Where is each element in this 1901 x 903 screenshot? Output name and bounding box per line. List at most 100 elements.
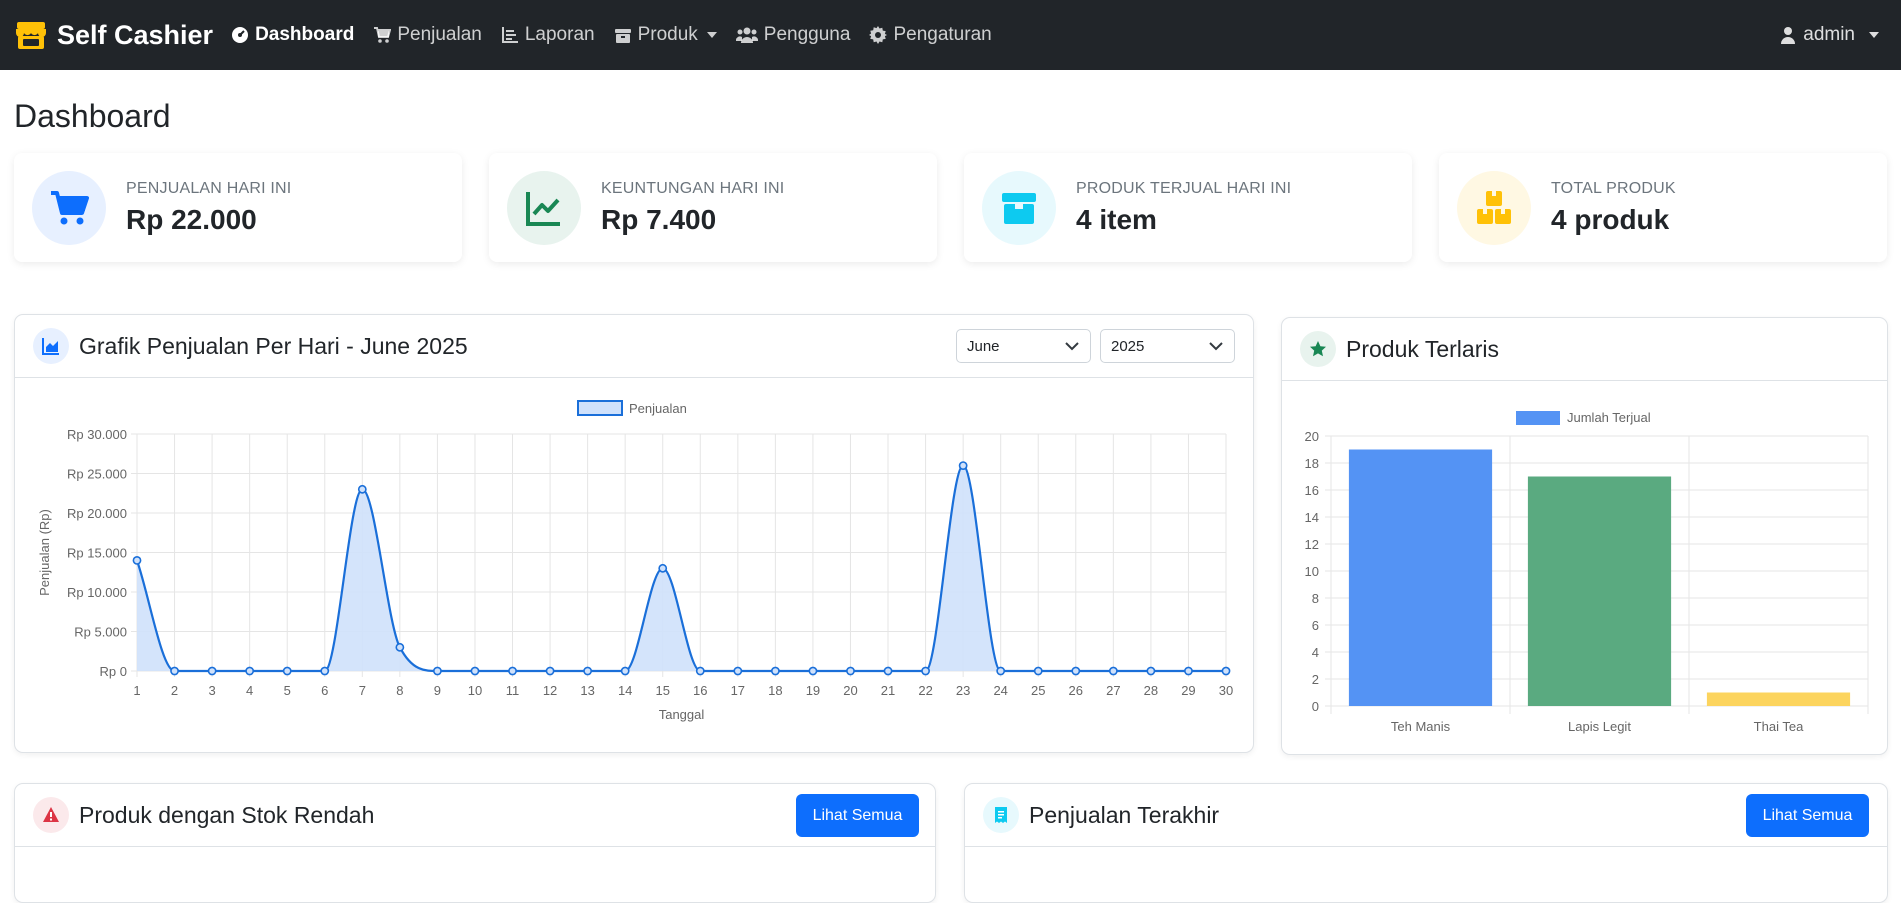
data-point [395, 642, 405, 652]
y-tick-label: 16 [1305, 483, 1319, 498]
x-tick-label: 14 [618, 683, 632, 698]
y-tick-label: Rp 25.000 [67, 467, 127, 482]
brand-name: Self Cashier [57, 19, 214, 50]
data-point [1071, 666, 1081, 676]
data-point [470, 666, 480, 676]
data-point [958, 461, 968, 470]
bar [1348, 449, 1493, 706]
data-point [620, 666, 630, 676]
x-tick-label: Thai Tea [1754, 719, 1804, 734]
y-tick-label: Rp 30.000 [67, 427, 127, 442]
nav-pengaturan[interactable]: Pengaturan [869, 24, 992, 46]
stat-label: TOTAL PRODUK [1551, 179, 1676, 197]
x-axis-title: Tanggal [659, 707, 705, 722]
y-tick-label: 6 [1312, 618, 1319, 633]
x-tick-label: 21 [881, 683, 895, 698]
y-tick-label: 18 [1305, 456, 1319, 471]
data-point [996, 666, 1006, 676]
stat-icon-bg [32, 170, 106, 245]
stat-card-profit: KEUNTUNGAN HARI INI Rp 7.400 [489, 153, 937, 262]
navbar: Self Cashier Dashboard Penjualan Laporan… [0, 0, 1901, 70]
legend-swatch [1516, 411, 1560, 425]
legend-swatch [577, 400, 623, 416]
data-point [1221, 666, 1231, 676]
x-tick-label: 24 [993, 683, 1007, 698]
panel-title: Grafik Penjualan Per Hari - June 2025 [79, 332, 468, 359]
data-point [433, 666, 442, 676]
x-tick-label: 12 [543, 683, 557, 698]
view-all-low-stock-button[interactable]: Lihat Semua [796, 794, 919, 837]
cart-icon [374, 27, 392, 43]
y-tick-label: 2 [1312, 672, 1319, 687]
sales-line-chart: Rp 0 Rp 5.000 Rp 10.000 Rp 15.000 Rp 20.000 R… [37, 400, 1233, 722]
data-point [1033, 666, 1043, 676]
x-tick-label: 29 [1181, 683, 1195, 698]
data-point [1108, 666, 1118, 676]
bar [1527, 476, 1672, 706]
chevron-down-icon [1065, 342, 1079, 351]
x-tick-label: 28 [1144, 683, 1158, 698]
year-select[interactable]: 2025 [1100, 329, 1235, 363]
nav-laporan[interactable]: Laporan [501, 24, 595, 46]
receipt-icon-bg [983, 797, 1019, 833]
box-icon [1002, 192, 1036, 224]
nav-penjualan[interactable]: Penjualan [373, 24, 482, 46]
x-tick-label: 17 [731, 683, 745, 698]
stat-value: 4 item [1076, 203, 1157, 235]
x-tick-label: 1 [133, 683, 140, 698]
chevron-down-icon [706, 32, 717, 38]
stat-label: PRODUK TERJUAL HARI INI [1076, 179, 1292, 197]
stat-label: KEUNTUNGAN HARI INI [601, 179, 785, 197]
x-tick-label: 26 [1069, 683, 1083, 698]
view-all-recent-sales-button[interactable]: Lihat Semua [1746, 794, 1869, 837]
nav-pengaturan-label: Pengaturan [893, 24, 992, 45]
sales-area-fill [137, 465, 1226, 671]
data-point [357, 484, 367, 494]
y-tick-label: Rp 0 [100, 664, 127, 679]
data-point [282, 666, 292, 676]
year-select-value: 2025 [1111, 337, 1145, 355]
data-point [733, 666, 743, 676]
month-select[interactable]: June [956, 329, 1091, 363]
user-menu[interactable]: admin [1779, 0, 1879, 70]
data-point [695, 666, 705, 676]
x-tick-label: 7 [359, 683, 366, 698]
chevron-down-icon [1869, 32, 1879, 38]
stat-icon-bg [1457, 170, 1531, 245]
data-point [245, 666, 255, 676]
top-products-bar-chart: 0 2 4 6 8 10 12 14 16 18 20 Teh Manis Lapis Legit Tha… [1305, 410, 1869, 734]
user-icon [1781, 27, 1796, 44]
boxes-icon [1477, 190, 1511, 224]
y-tick-label: 4 [1312, 645, 1319, 660]
y-tick-label: Rp 10.000 [67, 585, 127, 600]
data-point [1184, 666, 1193, 676]
low-stock-panel: Produk dengan Stok Rendah Lihat Semua [14, 783, 936, 903]
nav-dashboard[interactable]: Dashboard [231, 24, 354, 46]
sales-chart-panel: Grafik Penjualan Per Hari - June 2025 Ju… [14, 314, 1254, 753]
receipt-icon [995, 807, 1007, 823]
bar [1706, 692, 1851, 706]
x-tick-label: 18 [768, 683, 782, 698]
top-products-panel: Produk Terlaris 0 2 4 6 8 10 12 14 16 18 20 Teh Man… [1281, 317, 1888, 755]
data-point [170, 666, 179, 676]
area-chart-icon-bg [33, 328, 69, 364]
x-tick-label: 9 [434, 683, 441, 698]
panel-title: Penjualan Terakhir [1029, 801, 1220, 828]
chevron-down-icon [1209, 342, 1223, 351]
data-point [770, 666, 780, 676]
x-tick-label: 30 [1219, 683, 1233, 698]
stat-value: Rp 7.400 [601, 203, 717, 235]
legend-label: Penjualan [629, 401, 687, 416]
nav-produk[interactable]: Produk [614, 24, 717, 46]
data-point [1146, 666, 1156, 676]
chart-icon [501, 27, 518, 43]
x-tick-label: 15 [655, 683, 669, 698]
nav-pengguna[interactable]: Pengguna [735, 24, 850, 46]
stat-value: 4 produk [1551, 203, 1670, 235]
x-tick-label: 3 [208, 683, 215, 698]
brand[interactable]: Self Cashier [14, 18, 213, 52]
stat-card-total-products: TOTAL PRODUK 4 produk [1439, 153, 1887, 262]
panel-title: Produk Terlaris [1346, 335, 1499, 362]
tachometer-icon [232, 27, 249, 43]
recent-sales-panel: Penjualan Terakhir Lihat Semua [964, 783, 1888, 903]
